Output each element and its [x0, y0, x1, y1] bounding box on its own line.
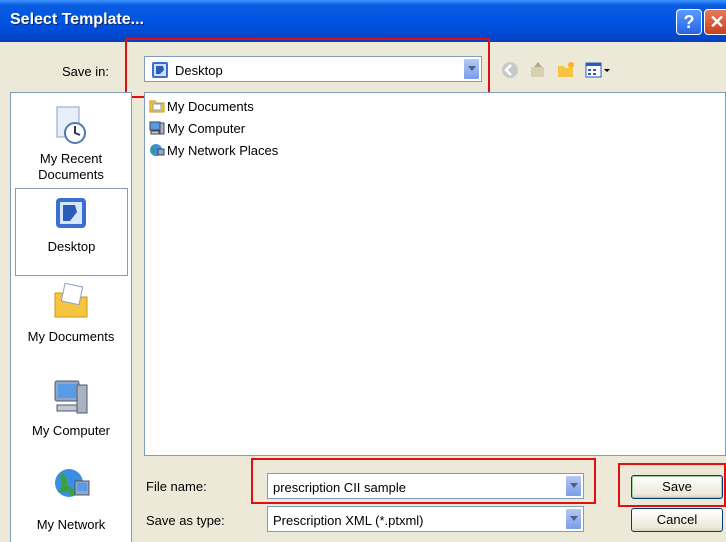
computer-icon: [149, 121, 165, 135]
place-label: My Documents: [27, 329, 115, 344]
place-my-network[interactable]: My Network: [11, 463, 131, 542]
view-menu-icon[interactable]: [584, 60, 612, 80]
back-icon[interactable]: [500, 60, 520, 80]
new-folder-icon[interactable]: [556, 60, 576, 80]
places-bar: My Recent Documents Desktop My Documents…: [10, 92, 132, 542]
place-my-computer[interactable]: My Computer: [11, 371, 131, 459]
file-name: My Computer: [167, 121, 246, 136]
place-recent-documents[interactable]: My Recent Documents: [11, 99, 131, 187]
title-bar[interactable]: Select Template... ? ✕: [0, 0, 726, 42]
help-button[interactable]: ?: [676, 9, 702, 35]
file-name: My Network Places: [167, 143, 279, 158]
chevron-down-icon[interactable]: [565, 508, 582, 530]
cancel-button[interactable]: Cancel: [631, 508, 723, 532]
desktop-icon: [56, 198, 86, 228]
close-button[interactable]: ✕: [704, 9, 726, 35]
file-list[interactable]: My Documents My Computer My Network Plac…: [144, 92, 726, 456]
save-type-dropdown[interactable]: Prescription XML (*.ptxml): [267, 506, 584, 532]
up-folder-icon[interactable]: [528, 60, 548, 80]
highlight-save-button: [618, 463, 726, 507]
save-in-label: Save in:: [62, 64, 109, 79]
file-name: My Documents: [167, 99, 254, 114]
save-type-label: Save as type:: [146, 513, 225, 528]
network-icon: [150, 144, 165, 156]
my-computer-icon: [54, 380, 88, 414]
recent-documents-icon: [56, 106, 86, 144]
my-network-icon: [55, 469, 90, 497]
place-my-documents[interactable]: My Documents: [11, 277, 131, 365]
place-label: My Recent Documents: [38, 151, 104, 182]
place-label: Desktop: [47, 239, 96, 254]
list-item[interactable]: My Documents: [149, 97, 254, 117]
list-item[interactable]: My Computer: [149, 119, 245, 139]
folder-icon: [149, 100, 165, 113]
place-label: My Network: [36, 517, 106, 532]
place-label: My Computer: [31, 423, 111, 438]
highlight-save-in: [125, 38, 490, 98]
list-item[interactable]: My Network Places: [149, 141, 278, 161]
file-name-label: File name:: [146, 479, 207, 494]
place-desktop[interactable]: Desktop: [15, 188, 128, 276]
save-type-value: Prescription XML (*.ptxml): [273, 513, 424, 528]
highlight-file-name: [251, 458, 596, 504]
my-documents-icon: [54, 282, 88, 318]
window-title: Select Template...: [10, 11, 144, 28]
